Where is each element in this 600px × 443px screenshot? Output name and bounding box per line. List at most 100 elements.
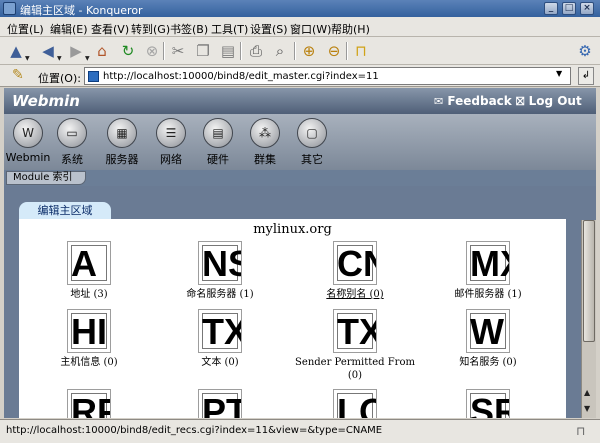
record-label: 主机信息 (0) <box>60 357 118 368</box>
category-servers[interactable]: ▦ 服务器 <box>97 118 147 167</box>
record-type-loc[interactable]: LO <box>299 389 411 418</box>
location-clear-button[interactable]: ↲ <box>578 67 594 85</box>
category-system[interactable]: ▭ 系统 <box>47 118 97 167</box>
status-text: http://localhost:10000/bind8/edit_recs.c… <box>6 425 383 436</box>
scroll-down-icon[interactable]: ▼ <box>584 404 590 413</box>
logout-label: Log Out <box>528 94 582 108</box>
up-arrow-icon[interactable]: ▲ <box>6 41 26 61</box>
lock-icon[interactable]: ⊓ <box>351 41 371 61</box>
category-webmin[interactable]: W Webmin <box>4 118 53 164</box>
zoom-in-icon[interactable]: ⊕ <box>299 41 319 61</box>
category-label: 硬件 <box>207 153 229 166</box>
webmin-category-icon: W <box>13 118 43 148</box>
text-record-icon: TX <box>198 309 242 353</box>
record-type-hostinfo[interactable]: HI 主机信息 (0) <box>33 309 145 369</box>
maximize-button[interactable]: □ <box>562 2 576 15</box>
category-label: 群集 <box>254 153 276 166</box>
cname-record-icon: CN <box>333 241 377 285</box>
print-preview-icon[interactable]: ⌕ <box>270 41 290 61</box>
browser-viewport: Webmin ✉ Feedback ⛝ Log Out W Webmin ▭ 系… <box>4 88 596 418</box>
record-type-cname[interactable]: CN 名称别名 (0) <box>299 241 411 301</box>
scrollbar-thumb[interactable] <box>583 220 595 342</box>
zone-hostname: mylinux.org <box>253 222 332 237</box>
spf-record-icon: TX <box>333 309 377 353</box>
record-type-address[interactable]: A 地址 (3) <box>33 241 145 301</box>
close-button[interactable]: × <box>580 2 594 15</box>
logout-link[interactable]: ⛝ Log Out <box>516 94 582 109</box>
window-title: 编辑主区域 - Konqueror <box>20 4 143 17</box>
hostinfo-record-icon: HI <box>67 309 111 353</box>
konqueror-gear-icon[interactable]: ⚙ <box>575 41 595 61</box>
menu-location[interactable]: 位置(L) <box>7 21 44 37</box>
record-type-mail[interactable]: MX 邮件服务器 (1) <box>432 241 544 301</box>
zoom-out-icon[interactable]: ⊖ <box>324 41 344 61</box>
menu-bookmarks[interactable]: 书签(B) <box>170 21 208 37</box>
paste-icon[interactable]: ▤ <box>218 41 238 61</box>
category-cluster[interactable]: ⁂ 群集 <box>240 118 290 167</box>
mail-record-icon: MX <box>466 241 510 285</box>
category-label: 网络 <box>160 153 182 166</box>
menu-view[interactable]: 查看(V) <box>91 21 129 37</box>
up-dropdown-icon: ▼ <box>25 55 30 62</box>
record-label: 文本 (0) <box>201 357 239 368</box>
forward-dropdown-icon: ▼ <box>85 55 90 62</box>
url-input[interactable] <box>84 67 571 85</box>
module-index-tab[interactable]: Module 索引 <box>6 171 86 185</box>
category-network[interactable]: ☰ 网络 <box>146 118 196 167</box>
url-dropdown-icon[interactable]: ▼ <box>556 69 562 78</box>
webmin-header: Webmin ✉ Feedback ⛝ Log Out <box>4 88 596 114</box>
cluster-category-icon: ⁂ <box>250 118 280 148</box>
vertical-scrollbar[interactable]: ▲ ▼ <box>581 220 596 418</box>
menu-edit[interactable]: 编辑(E) <box>50 21 88 37</box>
scroll-up-icon[interactable]: ▲ <box>584 388 590 397</box>
page-title-tab: 编辑主区域 <box>19 202 111 220</box>
menu-tools[interactable]: 工具(T) <box>211 21 248 37</box>
back-arrow-icon[interactable]: ◀ <box>38 41 58 61</box>
record-label: 命名服务器 (1) <box>186 289 254 300</box>
print-icon[interactable]: ⎙ <box>246 41 266 61</box>
record-type-srv[interactable]: SR <box>432 389 544 418</box>
minimize-button[interactable]: _ <box>544 2 558 15</box>
menu-settings[interactable]: 设置(S) <box>250 21 288 37</box>
category-others[interactable]: ▢ 其它 <box>287 118 337 167</box>
menu-go[interactable]: 转到(G) <box>131 21 170 37</box>
address-record-icon: A <box>67 241 111 285</box>
record-type-wks[interactable]: W 知名服务 (0) <box>432 309 544 369</box>
reload-icon[interactable]: ↻ <box>118 41 138 61</box>
webmin-logo[interactable]: Webmin <box>12 92 80 110</box>
wks-record-icon: W <box>466 309 510 353</box>
category-bar: W Webmin ▭ 系统 ▦ 服务器 ☰ 网络 ▤ 硬件 ⁂ 群集 ▢ 其它 <box>4 114 596 170</box>
srv-record-icon: SR <box>466 389 510 418</box>
record-type-spf[interactable]: TX Sender Permitted From (0) <box>291 309 419 382</box>
toolbar-separator <box>240 42 242 60</box>
home-icon[interactable]: ⌂ <box>92 41 112 61</box>
menu-window[interactable]: 窗口(W) <box>290 21 331 37</box>
copy-icon[interactable]: ❐ <box>193 41 213 61</box>
stop-icon[interactable]: ⊗ <box>142 41 162 61</box>
toolbar-separator <box>163 42 165 60</box>
menu-help[interactable]: 帮助(H) <box>331 21 370 37</box>
location-bar: ✎ 位置(O): ▼ ↲ <box>0 65 600 87</box>
security-status-icon[interactable]: ⊓ <box>576 424 585 438</box>
feedback-link[interactable]: ✉ Feedback <box>434 94 512 108</box>
category-label: Webmin <box>5 151 51 164</box>
forward-arrow-icon[interactable]: ▶ <box>66 41 86 61</box>
category-hardware[interactable]: ▤ 硬件 <box>193 118 243 167</box>
record-label: 邮件服务器 (1) <box>454 289 522 300</box>
toolbar-separator <box>346 42 348 60</box>
record-type-ptr[interactable]: PT <box>164 389 276 418</box>
record-type-text[interactable]: TX 文本 (0) <box>164 309 276 369</box>
others-category-icon: ▢ <box>297 118 327 148</box>
toolbar-separator <box>294 42 296 60</box>
cut-icon[interactable]: ✂ <box>168 41 188 61</box>
record-label[interactable]: 名称别名 (0) <box>299 288 411 301</box>
record-type-nameserver[interactable]: NS 命名服务器 (1) <box>164 241 276 301</box>
record-label: 地址 (3) <box>70 289 108 300</box>
clear-brush-icon[interactable]: ✎ <box>12 67 24 83</box>
ptr-record-icon: PT <box>198 389 242 418</box>
menu-bar: 位置(L) 编辑(E) 查看(V) 转到(G) 书签(B) 工具(T) 设置(S… <box>0 17 600 37</box>
toolbar: ▲ ▼ ◀ ▼ ▶ ▼ ⌂ ↻ ⊗ ✂ ❐ ▤ ⎙ ⌕ ⊕ ⊖ ⊓ ⚙ <box>0 37 600 65</box>
record-label: Sender Permitted From (0) <box>295 357 415 381</box>
app-icon <box>3 2 16 15</box>
record-type-rp[interactable]: RP <box>33 389 145 418</box>
